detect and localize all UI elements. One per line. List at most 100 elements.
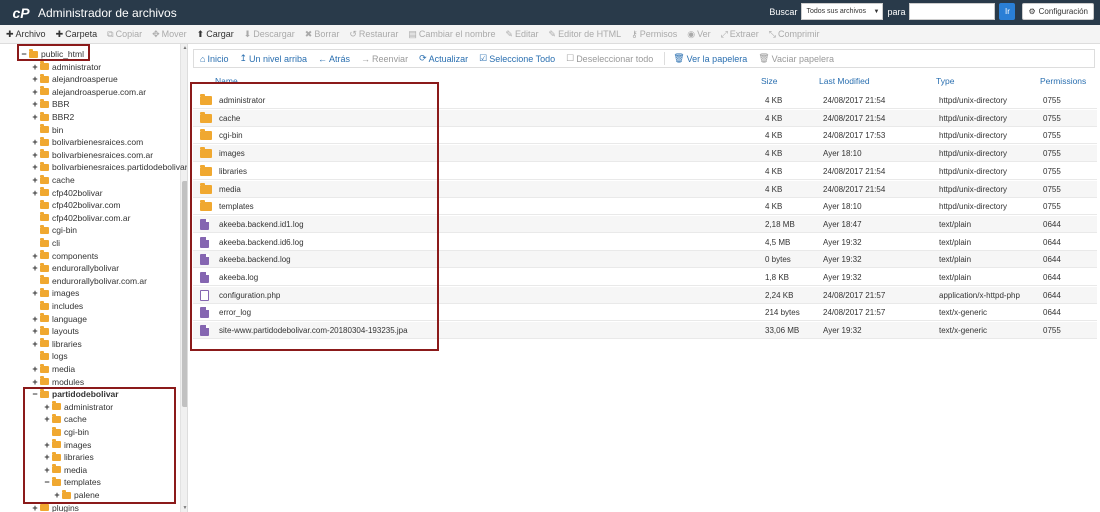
toolbar-carpeta-button[interactable]: ✚ Carpeta bbox=[56, 29, 98, 40]
col-permissions[interactable]: Permissions bbox=[1040, 74, 1086, 88]
table-row[interactable]: cgi-bin 4 KB 24/08/2017 17:53 httpd/unix-di… bbox=[193, 127, 1097, 145]
tree-item[interactable]: cgi-bin bbox=[31, 224, 77, 236]
table-row[interactable]: media 4 KB 24/08/2017 21:54 httpd/unix-dire… bbox=[193, 180, 1097, 198]
collapse-icon[interactable]: − bbox=[43, 477, 51, 487]
expand-icon[interactable]: + bbox=[43, 414, 51, 424]
expand-icon[interactable]: + bbox=[31, 326, 39, 336]
tree-item[interactable]: + BBR bbox=[31, 98, 69, 110]
tree-item[interactable]: includes bbox=[31, 300, 83, 312]
tree-item[interactable]: + images bbox=[31, 287, 79, 299]
expand-icon[interactable]: + bbox=[31, 150, 39, 160]
tree-item[interactable]: cfp402bolivar.com.ar bbox=[31, 212, 130, 224]
table-row[interactable]: akeeba.backend.log 0 bytes Ayer 19:32 text/… bbox=[193, 251, 1097, 269]
table-row[interactable]: administrator 4 KB 24/08/2017 21:54 httpd/u… bbox=[193, 92, 1097, 109]
toolbar-archivo-button[interactable]: ✚ Archivo bbox=[6, 29, 46, 40]
scroll-thumb[interactable] bbox=[182, 181, 187, 407]
tree-item[interactable]: logs bbox=[31, 350, 68, 362]
tree-item[interactable]: − public_html bbox=[20, 48, 84, 60]
tree-item[interactable]: bin bbox=[31, 124, 63, 136]
collapse-icon[interactable]: − bbox=[31, 389, 39, 399]
expand-icon[interactable]: + bbox=[31, 74, 39, 84]
nav-vaciar-papelera-button[interactable]: 🗑 Vaciar papelera bbox=[758, 53, 834, 64]
nav-un-nivel-arriba-button[interactable]: ↥ Un nivel arriba bbox=[239, 53, 307, 64]
table-row[interactable]: akeeba.backend.id1.log 2,18 MB Ayer 18:47 t… bbox=[193, 215, 1097, 233]
collapse-icon[interactable]: − bbox=[20, 49, 28, 59]
expand-icon[interactable]: + bbox=[43, 465, 51, 475]
toolbar-mover-button[interactable]: ✥ Mover bbox=[152, 29, 187, 40]
tree-item[interactable]: + bolivarbienesraices.partidodebolivar. bbox=[31, 161, 187, 173]
expand-icon[interactable]: + bbox=[53, 490, 61, 500]
table-row[interactable]: akeeba.log 1,8 KB Ayer 19:32 text/plain 0644 bbox=[193, 269, 1097, 286]
tree-item[interactable]: + language bbox=[31, 313, 87, 325]
nav-deseleccionar-todo-button[interactable]: ☐ Deseleccionar todo bbox=[566, 53, 653, 64]
tree-item[interactable]: cgi-bin bbox=[43, 426, 89, 438]
table-row[interactable]: cache 4 KB 24/08/2017 21:54 httpd/unix-dire… bbox=[193, 109, 1097, 127]
tree-item[interactable]: + cfp402bolivar bbox=[31, 187, 103, 199]
tree-item[interactable]: + BBR2 bbox=[31, 111, 74, 123]
tree-item[interactable]: + components bbox=[31, 250, 98, 262]
go-button[interactable]: Ir bbox=[999, 3, 1016, 20]
toolbar-cambiar-el-nombre-button[interactable]: ▤ Cambiar el nombre bbox=[408, 29, 495, 40]
tree-item[interactable]: + palene bbox=[53, 489, 100, 501]
tree-item[interactable]: + libraries bbox=[43, 451, 94, 463]
scroll-down-icon[interactable]: ▼ bbox=[181, 504, 187, 512]
expand-icon[interactable]: + bbox=[43, 402, 51, 412]
tree-item[interactable]: + cache bbox=[43, 413, 87, 425]
nav-inicio-button[interactable]: ⌂ Inicio bbox=[200, 54, 228, 64]
toolbar-borrar-button[interactable]: ✖ Borrar bbox=[305, 29, 340, 40]
expand-icon[interactable]: + bbox=[31, 263, 39, 273]
expand-icon[interactable]: + bbox=[31, 62, 39, 72]
table-row[interactable]: error_log 214 bytes 24/08/2017 21:57 text/x… bbox=[193, 304, 1097, 322]
tree-item[interactable]: + endurorallybolivar bbox=[31, 262, 119, 274]
scroll-up-icon[interactable]: ▲ bbox=[181, 44, 187, 52]
col-size[interactable]: Size bbox=[761, 74, 778, 88]
expand-icon[interactable]: + bbox=[31, 112, 39, 122]
tree-scrollbar[interactable]: ▲ ▼ bbox=[180, 44, 187, 512]
tree-item[interactable]: + bolivarbienesraices.com.ar bbox=[31, 149, 153, 161]
expand-icon[interactable]: + bbox=[31, 175, 39, 185]
toolbar-descargar-button[interactable]: ⬇ Descargar bbox=[244, 29, 295, 40]
expand-icon[interactable]: + bbox=[31, 188, 39, 198]
expand-icon[interactable]: + bbox=[31, 314, 39, 324]
tree-item[interactable]: + images bbox=[43, 439, 91, 451]
expand-icon[interactable]: + bbox=[31, 99, 39, 109]
expand-icon[interactable]: + bbox=[31, 87, 39, 97]
expand-icon[interactable]: + bbox=[43, 440, 51, 450]
search-input[interactable] bbox=[909, 3, 996, 20]
table-row[interactable]: akeeba.backend.id6.log 4,5 MB Ayer 19:32 te… bbox=[193, 234, 1097, 251]
nav-seleccione-todo-button[interactable]: ☑ Seleccione Todo bbox=[479, 53, 555, 64]
tree-item[interactable]: + media bbox=[43, 464, 87, 476]
tree-item[interactable]: + modules bbox=[31, 376, 84, 388]
nav-actualizar-button[interactable]: ⟳ Actualizar bbox=[419, 53, 468, 64]
nav-reenviar-button[interactable]: → Reenviar bbox=[361, 54, 408, 64]
table-row[interactable]: configuration.php 2,24 KB 24/08/2017 21:57… bbox=[193, 286, 1097, 304]
toolbar-editor-de-html-button[interactable]: ✎ Editor de HTML bbox=[549, 29, 622, 40]
settings-button[interactable]: ⚙ Configuración bbox=[1022, 3, 1094, 20]
expand-icon[interactable]: + bbox=[31, 339, 39, 349]
nav-atr-s-button[interactable]: ← Atrás bbox=[318, 54, 350, 64]
toolbar-restaurar-button[interactable]: ↺ Restaurar bbox=[349, 29, 398, 40]
expand-icon[interactable]: + bbox=[31, 377, 39, 387]
tree-item[interactable]: − templates bbox=[43, 476, 101, 488]
tree-item[interactable]: − partidodebolivar bbox=[31, 388, 119, 400]
tree-item[interactable]: cfp402bolivar.com bbox=[31, 199, 121, 211]
table-row[interactable]: libraries 4 KB 24/08/2017 21:54 httpd/unix-… bbox=[193, 163, 1097, 180]
expand-icon[interactable]: + bbox=[31, 137, 39, 147]
col-name[interactable]: Name bbox=[215, 74, 238, 88]
tree-item[interactable]: + libraries bbox=[31, 338, 82, 350]
search-scope-select[interactable]: Todos sus archivos ▼ bbox=[801, 3, 884, 20]
expand-icon[interactable]: + bbox=[31, 503, 39, 512]
col-type[interactable]: Type bbox=[936, 74, 954, 88]
expand-icon[interactable]: + bbox=[43, 452, 51, 462]
col-modified[interactable]: Last Modified bbox=[819, 74, 870, 88]
toolbar-cargar-button[interactable]: ⬆ Cargar bbox=[197, 29, 234, 40]
nav-ver-la-papelera-button[interactable]: 🗑 Ver la papelera bbox=[673, 53, 747, 64]
tree-item[interactable]: + cache bbox=[31, 174, 75, 186]
toolbar-permisos-button[interactable]: ⚷ Permisos bbox=[631, 29, 677, 40]
toolbar-extraer-button[interactable]: ⤢ Extraer bbox=[721, 29, 759, 40]
tree-item[interactable]: endurorallybolivar.com.ar bbox=[31, 275, 147, 287]
toolbar-ver-button[interactable]: ◉ Ver bbox=[687, 29, 710, 40]
tree-item[interactable]: cli bbox=[31, 237, 60, 249]
expand-icon[interactable]: + bbox=[31, 364, 39, 374]
table-row[interactable]: templates 4 KB Ayer 18:10 httpd/unix-direct… bbox=[193, 198, 1097, 216]
